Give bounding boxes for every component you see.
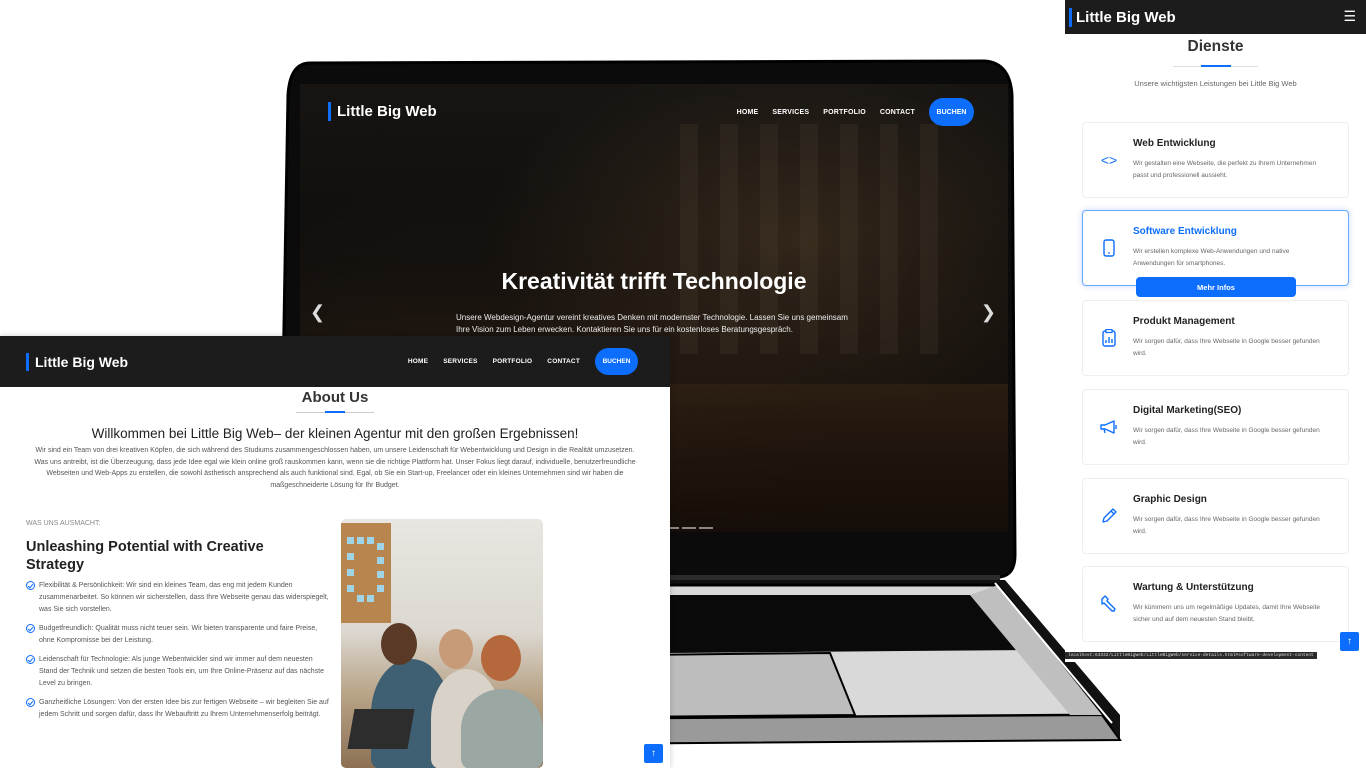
about-strategy-heading: Unleashing Potential with Creative Strat… bbox=[26, 539, 264, 573]
service-title: Digital Marketing(SEO) bbox=[1133, 405, 1242, 416]
about-welcome-heading: Willkommen bei Little Big Web– der klein… bbox=[91, 426, 579, 441]
about-nav-contact[interactable]: CONTACT bbox=[547, 358, 580, 365]
service-title: Graphic Design bbox=[1133, 494, 1207, 505]
service-card-digital-marketing[interactable]: Digital Marketing(SEO) Wir sorgen dafür,… bbox=[1082, 389, 1349, 465]
feature-text: Ganzheitliche Lösungen: Von der ersten I… bbox=[39, 699, 329, 718]
code-icon: <> bbox=[1100, 152, 1118, 168]
service-title: Wartung & Unterstützung bbox=[1133, 582, 1254, 593]
person-head bbox=[381, 623, 417, 665]
feature-text: Leidenschaft für Technologie: Als junge … bbox=[39, 656, 324, 687]
about-eyebrow: WAS UNS AUSMACHT: bbox=[26, 520, 101, 527]
check-circle-icon bbox=[26, 624, 35, 633]
brand-accent-bar bbox=[1069, 8, 1072, 27]
collage: Little Big Web HOME SERVICES PORTFOLIO C… bbox=[0, 0, 1366, 768]
about-brand-text: Little Big Web bbox=[35, 354, 129, 370]
arrow-up-icon: ↑ bbox=[651, 748, 656, 759]
service-desc: Wir erstellen komplexe Web-Anwendungen u… bbox=[1133, 248, 1290, 267]
title-underline bbox=[296, 411, 374, 413]
carousel-indicator[interactable] bbox=[682, 527, 696, 529]
about-buchen-button[interactable]: BUCHEN bbox=[595, 348, 638, 375]
service-desc: Wir kümmern uns um regelmäßige Updates, … bbox=[1133, 604, 1321, 623]
hero-nav-services[interactable]: SERVICES bbox=[772, 109, 809, 116]
hero-brand-text: Little Big Web bbox=[337, 103, 437, 120]
carousel-indicators bbox=[665, 527, 713, 529]
check-circle-icon bbox=[26, 698, 35, 707]
services-subtitle: Unsere wichtigsten Leistungen bei Little… bbox=[1134, 79, 1297, 88]
laptop-in-photo bbox=[347, 709, 415, 749]
browser-status-url: localhost:63342/LittleBigWeb/LittleBigWe… bbox=[1065, 652, 1317, 659]
services-brand-logo[interactable]: Little Big Web bbox=[1069, 8, 1176, 27]
hero-nav-links: HOME SERVICES PORTFOLIO CONTACT BUCHEN bbox=[737, 98, 974, 126]
brand-accent-bar bbox=[328, 102, 331, 121]
service-desc: Wir sorgen dafür, dass Ihre Webseite in … bbox=[1133, 516, 1320, 535]
megaphone-icon bbox=[1099, 416, 1119, 438]
service-card-web-entwicklung[interactable]: <> Web Entwicklung Wir gestalten eine We… bbox=[1082, 122, 1349, 198]
person-head bbox=[481, 635, 521, 681]
list-item: Ganzheitliche Lösungen: Von der ersten I… bbox=[26, 697, 331, 721]
hero-nav-contact[interactable]: CONTACT bbox=[880, 109, 915, 116]
feature-text: Budgetfreundlich: Qualität muss nicht te… bbox=[39, 625, 318, 644]
wrench-icon bbox=[1099, 593, 1119, 615]
about-nav-services[interactable]: SERVICES bbox=[443, 358, 477, 365]
services-navbar: Little Big Web ☰ bbox=[1065, 0, 1366, 34]
hero-buchen-button[interactable]: BUCHEN bbox=[929, 98, 974, 126]
about-brand-logo[interactable]: Little Big Web bbox=[26, 353, 128, 371]
service-card-wartung[interactable]: Wartung & Unterstützung Wir kümmern uns … bbox=[1082, 566, 1349, 642]
feature-text: Flexibilität & Persönlichkeit: Wir sind … bbox=[39, 582, 329, 613]
hero-brand-logo[interactable]: Little Big Web bbox=[328, 102, 437, 121]
about-nav-home[interactable]: HOME bbox=[408, 358, 428, 365]
service-desc: Wir sorgen dafür, dass Ihre Webseite in … bbox=[1133, 338, 1320, 357]
feature-list: Flexibilität & Persönlichkeit: Wir sind … bbox=[26, 580, 331, 728]
brand-accent-bar bbox=[26, 353, 29, 371]
about-intro-text: Wir sind ein Team von drei kreativen Köp… bbox=[34, 447, 636, 489]
list-item: Leidenschaft für Technologie: Als junge … bbox=[26, 654, 331, 690]
list-item: Budgetfreundlich: Qualität muss nicht te… bbox=[26, 623, 331, 647]
check-circle-icon bbox=[26, 655, 35, 664]
chevron-left-icon[interactable]: ❮ bbox=[310, 302, 325, 323]
hero-nav-home[interactable]: HOME bbox=[737, 109, 759, 116]
about-nav-links: HOME SERVICES PORTFOLIO CONTACT BUCHEN bbox=[408, 348, 638, 375]
clipboard-chart-icon bbox=[1099, 327, 1119, 349]
list-item: Flexibilität & Persönlichkeit: Wir sind … bbox=[26, 580, 331, 616]
service-card-software-entwicklung[interactable]: Software Entwicklung Wir erstellen kompl… bbox=[1082, 210, 1349, 297]
chevron-right-icon[interactable]: ❯ bbox=[981, 302, 996, 323]
person-figure bbox=[461, 689, 543, 768]
about-nav-portfolio[interactable]: PORTFOLIO bbox=[493, 358, 533, 365]
team-photo bbox=[341, 519, 543, 768]
services-page: Little Big Web ☰ Dienste Unsere wichtigs… bbox=[1065, 0, 1366, 662]
check-circle-icon bbox=[26, 581, 35, 590]
pinboard bbox=[341, 523, 391, 623]
service-card-graphic-design[interactable]: Graphic Design Wir sorgen dafür, dass Ih… bbox=[1082, 478, 1349, 554]
services-title: Dienste bbox=[1187, 38, 1244, 55]
hero-navbar: Little Big Web HOME SERVICES PORTFOLIO C… bbox=[300, 84, 1008, 140]
mehr-infos-button[interactable]: Mehr Infos bbox=[1136, 277, 1296, 297]
hero-lead-text: Unsere Webdesign-Agentur vereint kreativ… bbox=[456, 313, 848, 334]
service-desc: Wir sorgen dafür, dass Ihre Webseite in … bbox=[1133, 427, 1320, 446]
pencil-icon bbox=[1099, 505, 1119, 527]
hamburger-menu-icon[interactable]: ☰ bbox=[1343, 8, 1356, 25]
service-title: Produkt Management bbox=[1133, 316, 1235, 327]
scroll-top-button[interactable]: ↑ bbox=[644, 744, 663, 763]
about-page: Little Big Web HOME SERVICES PORTFOLIO C… bbox=[0, 336, 670, 768]
carousel-indicator[interactable] bbox=[699, 527, 713, 529]
about-navbar: Little Big Web HOME SERVICES PORTFOLIO C… bbox=[0, 336, 670, 387]
about-title: About Us bbox=[301, 389, 369, 406]
service-card-produkt-management[interactable]: Produkt Management Wir sorgen dafür, das… bbox=[1082, 300, 1349, 376]
service-title: Software Entwicklung bbox=[1133, 226, 1237, 237]
services-brand-text: Little Big Web bbox=[1076, 9, 1176, 26]
smartphone-icon bbox=[1099, 237, 1119, 259]
hero-nav-portfolio[interactable]: PORTFOLIO bbox=[823, 109, 866, 116]
arrow-up-icon: ↑ bbox=[1347, 636, 1352, 647]
person-head bbox=[439, 629, 473, 669]
service-title: Web Entwicklung bbox=[1133, 138, 1216, 149]
scroll-top-button[interactable]: ↑ bbox=[1340, 632, 1359, 651]
hero-headline: Kreativität trifft Technologie bbox=[501, 268, 807, 294]
title-underline bbox=[1173, 65, 1258, 67]
service-desc: Wir gestalten eine Webseite, die perfekt… bbox=[1133, 160, 1317, 179]
